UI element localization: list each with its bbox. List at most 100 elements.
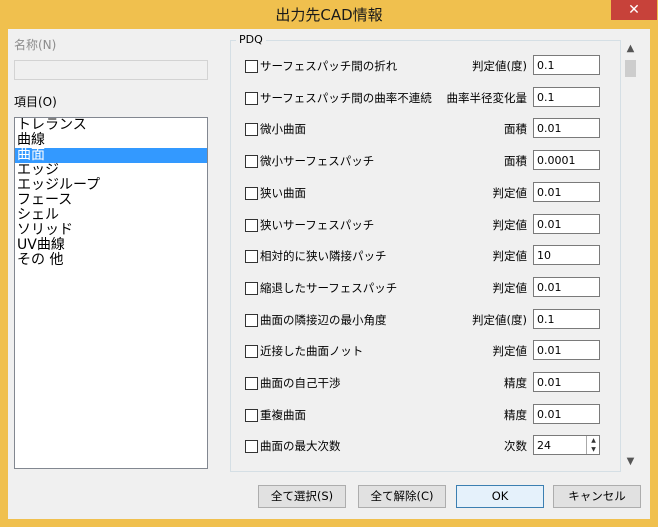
pdq-row-value: 0.01 [537, 186, 562, 199]
list-item[interactable]: 曲面 [15, 148, 207, 163]
pdq-row-value: 0.01 [537, 376, 562, 389]
pdq-row-checkbox[interactable] [245, 345, 258, 358]
list-item[interactable]: 曲線 [15, 133, 207, 148]
pdq-row-checkbox[interactable] [245, 187, 258, 200]
pdq-row-value-input[interactable]: 0.1 [533, 55, 600, 75]
pdq-row-value: 0.01 [537, 122, 562, 135]
pdq-row-label: 縮退したサーフェスパッチ [260, 281, 398, 295]
pdq-row: 曲面の隣接辺の最小角度 判定値(度) 0.1 [231, 309, 620, 333]
pdq-row-value-input[interactable]: 0.1 [533, 309, 600, 329]
name-field [14, 60, 208, 80]
pdq-row-label: サーフェスパッチ間の曲率不連続 [260, 91, 432, 105]
pdq-row-value: 0.1 [537, 91, 555, 104]
pdq-row-checkbox[interactable] [245, 60, 258, 73]
pdq-row-checkbox[interactable] [245, 282, 258, 295]
window-title: 出力先CAD情報 [275, 6, 383, 24]
dialog-client-area: 名称(N) 項目(O) トレランス 曲線 曲面 エッジ エッジループ フェース シェル ソリッ… [8, 29, 650, 519]
pdq-row-value-input[interactable]: 10 [533, 245, 600, 265]
pdq-row: 狭い曲面 判定値 0.01 [231, 182, 620, 206]
pdq-row-value-input[interactable]: 0.01 [533, 372, 600, 392]
pdq-scrollbar[interactable]: ▲ ▼ [622, 40, 639, 470]
pdq-row-value: 0.1 [537, 59, 555, 72]
deselect-all-button[interactable]: 全て解除(C) [358, 485, 446, 508]
list-item[interactable]: エッジ [15, 163, 207, 178]
pdq-row: 重複曲面 精度 0.01 [231, 404, 620, 428]
list-item[interactable]: エッジループ [15, 178, 207, 193]
pdq-row-value: 24 [537, 439, 551, 452]
list-item[interactable]: フェース [15, 193, 207, 208]
pdq-group: サーフェスパッチ間の折れ 判定値(度) 0.1 サーフェスパッチ間の曲率不連続 曲率半径… [230, 40, 621, 472]
pdq-row: サーフェスパッチ間の曲率不連続 曲率半径変化量 0.1 [231, 87, 620, 111]
pdq-row-label: 微小サーフェスパッチ [260, 154, 375, 168]
pdq-row-param-label: 精度 [504, 408, 527, 422]
pdq-row: 狭いサーフェスパッチ 判定値 0.01 [231, 214, 620, 238]
scroll-down-icon[interactable]: ▼ [622, 453, 639, 470]
pdq-group-title: PDQ [236, 33, 266, 46]
pdq-row-checkbox[interactable] [245, 314, 258, 327]
dialog-window: 出力先CAD情報 ✕ 名称(N) 項目(O) トレランス 曲線 曲面 エッジ エッジルー… [0, 0, 658, 527]
pdq-row-value-input[interactable]: 0.01 [533, 277, 600, 297]
pdq-row-label: 曲面の最大次数 [260, 439, 341, 453]
cancel-button[interactable]: キャンセル [553, 485, 641, 508]
spinner-arrows-icon[interactable]: ▲ ▼ [586, 436, 600, 454]
pdq-row-label: 曲面の隣接辺の最小角度 [260, 313, 387, 327]
pdq-row-value-input[interactable]: 0.01 [533, 214, 600, 234]
pdq-row-value: 0.01 [537, 281, 562, 294]
pdq-row-label: 微小曲面 [260, 122, 306, 136]
pdq-row-value: 0.1 [537, 313, 555, 326]
items-listbox[interactable]: トレランス 曲線 曲面 エッジ エッジループ フェース シェル ソリッド UV曲線 その 他 [14, 117, 208, 469]
title-bar: 出力先CAD情報 ✕ [0, 0, 658, 28]
pdq-row-param-label: 次数 [504, 439, 527, 453]
scroll-up-icon[interactable]: ▲ [622, 40, 639, 57]
scroll-thumb[interactable] [625, 60, 636, 77]
pdq-row-checkbox[interactable] [245, 409, 258, 422]
pdq-row-value-input[interactable]: 0.01 [533, 404, 600, 424]
list-item[interactable]: トレランス [15, 118, 207, 133]
pdq-row-label: 狭いサーフェスパッチ [260, 218, 375, 232]
pdq-row: 曲面の自己干渉 精度 0.01 [231, 372, 620, 396]
close-button[interactable]: ✕ [611, 0, 657, 20]
pdq-row-checkbox[interactable] [245, 219, 258, 232]
pdq-row-value-input[interactable]: 0.1 [533, 87, 600, 107]
pdq-row-param-label: 判定値 [492, 281, 528, 295]
pdq-row-value-input[interactable]: 0.01 [533, 182, 600, 202]
pdq-row-value-input[interactable]: 0.01 [533, 340, 600, 360]
pdq-row-label: 相対的に狭い隣接パッチ [260, 249, 387, 263]
pdq-row-param-label: 判定値 [492, 186, 528, 200]
pdq-row-value: 0.01 [537, 344, 562, 357]
list-item[interactable]: UV曲線 [15, 238, 207, 253]
pdq-row-param-label: 判定値 [492, 344, 528, 358]
name-label: 名称(N) [14, 38, 57, 52]
pdq-row-value-input[interactable]: 0.0001 [533, 150, 600, 170]
pdq-row-checkbox[interactable] [245, 155, 258, 168]
pdq-row-param-label: 精度 [504, 376, 527, 390]
list-item[interactable]: その 他 [15, 253, 207, 268]
pdq-row-value: 0.0001 [537, 154, 576, 167]
pdq-row-label: 曲面の自己干渉 [260, 376, 341, 390]
pdq-row-param-label: 判定値(度) [472, 313, 527, 327]
pdq-row-param-label: 判定値(度) [472, 59, 527, 73]
pdq-row: 曲面の最大次数 次数 24 ▲ ▼ [231, 435, 620, 459]
list-item[interactable]: ソリッド [15, 223, 207, 238]
select-all-button[interactable]: 全て選択(S) [258, 485, 346, 508]
pdq-row-checkbox[interactable] [245, 250, 258, 263]
ok-button[interactable]: OK [456, 485, 544, 508]
pdq-row: 縮退したサーフェスパッチ 判定値 0.01 [231, 277, 620, 301]
pdq-row-checkbox[interactable] [245, 92, 258, 105]
pdq-row-label: 狭い曲面 [260, 186, 306, 200]
pdq-row-checkbox[interactable] [245, 123, 258, 136]
pdq-row-param-label: 判定値 [492, 218, 528, 232]
list-item[interactable]: シェル [15, 208, 207, 223]
pdq-row-param-label: 面積 [504, 122, 527, 136]
pdq-row: サーフェスパッチ間の折れ 判定値(度) 0.1 [231, 55, 620, 79]
pdq-row-value-input[interactable]: 0.01 [533, 118, 600, 138]
pdq-row-checkbox[interactable] [245, 377, 258, 390]
pdq-row-label: 重複曲面 [260, 408, 306, 422]
pdq-row-value: 0.01 [537, 408, 562, 421]
pdq-row-label: サーフェスパッチ間の折れ [260, 59, 398, 73]
pdq-row: 相対的に狭い隣接パッチ 判定値 10 [231, 245, 620, 269]
pdq-row: 近接した曲面ノット 判定値 0.01 [231, 340, 620, 364]
pdq-row-param-label: 判定値 [492, 249, 528, 263]
pdq-row-value: 10 [537, 249, 551, 262]
pdq-row-checkbox[interactable] [245, 440, 258, 453]
